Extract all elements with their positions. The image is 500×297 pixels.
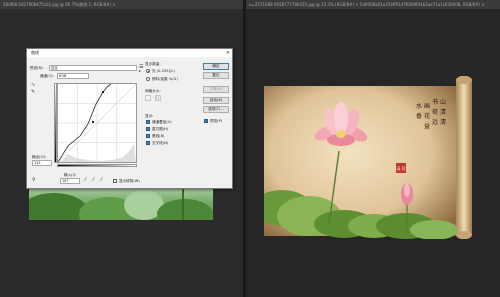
channel-overlays-label: 通道叠加(V)	[152, 120, 172, 124]
show-clipping-label: 显示修剪(W)	[119, 179, 140, 183]
output-field[interactable]: 115	[32, 160, 52, 166]
poem-character: 水	[416, 102, 422, 110]
preview-checkbox[interactable]	[204, 119, 208, 123]
preset-label: 预设(R):	[30, 66, 44, 70]
leaf-shape	[157, 199, 213, 220]
intersection-label: 交叉线(N)	[152, 141, 169, 145]
histogram-label: 直方图(H)	[152, 127, 169, 131]
poem-character: 荷	[432, 108, 438, 116]
document-tab-right[interactable]: u=2571688 0658777786455.jpg @ 33.3% (RGB…	[246, 0, 500, 9]
roller-cap-top	[456, 76, 472, 84]
curve-svg	[57, 83, 137, 163]
poem-character: 山	[440, 98, 446, 106]
ok-button[interactable]: 确定	[203, 63, 229, 70]
histogram-checkbox[interactable]	[146, 127, 150, 131]
stem	[182, 185, 184, 220]
gray-eyedropper-icon[interactable]: ⁄	[93, 177, 94, 183]
curve-point-tool-icon[interactable]: ∿	[31, 82, 35, 88]
poem-character: 画	[424, 103, 430, 110]
reset-button[interactable]: 复位	[203, 72, 229, 79]
display-amount-label: 显示数量:	[145, 62, 161, 66]
scroll-roller	[456, 76, 472, 239]
poem-character: 清	[440, 108, 446, 116]
simple-grid-icon[interactable]	[145, 95, 151, 101]
input-field[interactable]: 107	[60, 178, 80, 184]
seal-text: 清 荷	[396, 165, 405, 171]
baseline-label: 基线(B)	[152, 134, 165, 138]
preset-select[interactable]: 自定	[49, 65, 137, 71]
intersection-checkbox[interactable]	[146, 141, 150, 145]
pigment-radio[interactable]	[146, 77, 150, 81]
auto-button[interactable]: 自动(A)	[203, 97, 229, 104]
display-label: ▸	[139, 69, 141, 73]
lotus-bud	[401, 183, 413, 205]
channel-label: 通道(C):	[40, 74, 54, 78]
close-icon[interactable]: ×	[226, 49, 230, 57]
light-label: 光 (0-255)(L)	[152, 69, 175, 73]
poem-character: 益	[424, 122, 430, 130]
poem-character: 书	[432, 98, 438, 106]
curve-graph[interactable]	[57, 83, 137, 163]
channel-select[interactable]: RGB	[57, 73, 89, 79]
canvas-photo-left	[29, 185, 213, 220]
scroll-painting: 清 荷 书画山水荷花清香远益清	[264, 76, 472, 239]
input-gradient-bar	[57, 164, 137, 167]
document-tab-left[interactable]: 58df06 0d27908475cb1.jpg @ 66.7%(曲线 1, R…	[0, 0, 243, 9]
curves-dialog: 曲线 × 预设(R): 自定 ☰ 通道(C): RGB ∿ ✎ 输出(O): 1…	[26, 48, 233, 189]
target-adjust-icon[interactable]: ⚲	[32, 177, 36, 183]
light-radio[interactable]	[146, 69, 150, 73]
black-eyedropper-icon[interactable]: ⁄	[85, 177, 86, 183]
roller-cap-bottom	[456, 231, 472, 239]
channel-overlays-checkbox[interactable]	[146, 120, 150, 124]
options-button[interactable]: 选项(T)...	[203, 106, 229, 113]
show-clipping-checkbox[interactable]	[113, 179, 117, 183]
preview-label: 预览(P)	[210, 119, 223, 123]
white-eyedropper-icon[interactable]: ⁄	[101, 177, 102, 183]
poem-character: 花	[424, 112, 430, 120]
poem-character: 清	[440, 118, 446, 126]
grid-size-label: 网格大小:	[145, 89, 161, 93]
detailed-grid-icon[interactable]	[155, 95, 161, 101]
poem-character: 香	[416, 112, 422, 120]
poem-character: 远	[432, 118, 438, 126]
smooth-button[interactable]: 平滑(M)	[203, 86, 229, 93]
pigment-label: 颜料/油墨 %(G)	[152, 77, 178, 81]
show-label: 显示:	[145, 114, 154, 118]
pencil-tool-icon[interactable]: ✎	[31, 89, 35, 95]
baseline-checkbox[interactable]	[146, 134, 150, 138]
dialog-title: 曲线	[27, 49, 232, 57]
photoshop-workspace: 58df06 0d27908475cb1.jpg @ 66.7%(曲线 1, R…	[0, 0, 500, 297]
